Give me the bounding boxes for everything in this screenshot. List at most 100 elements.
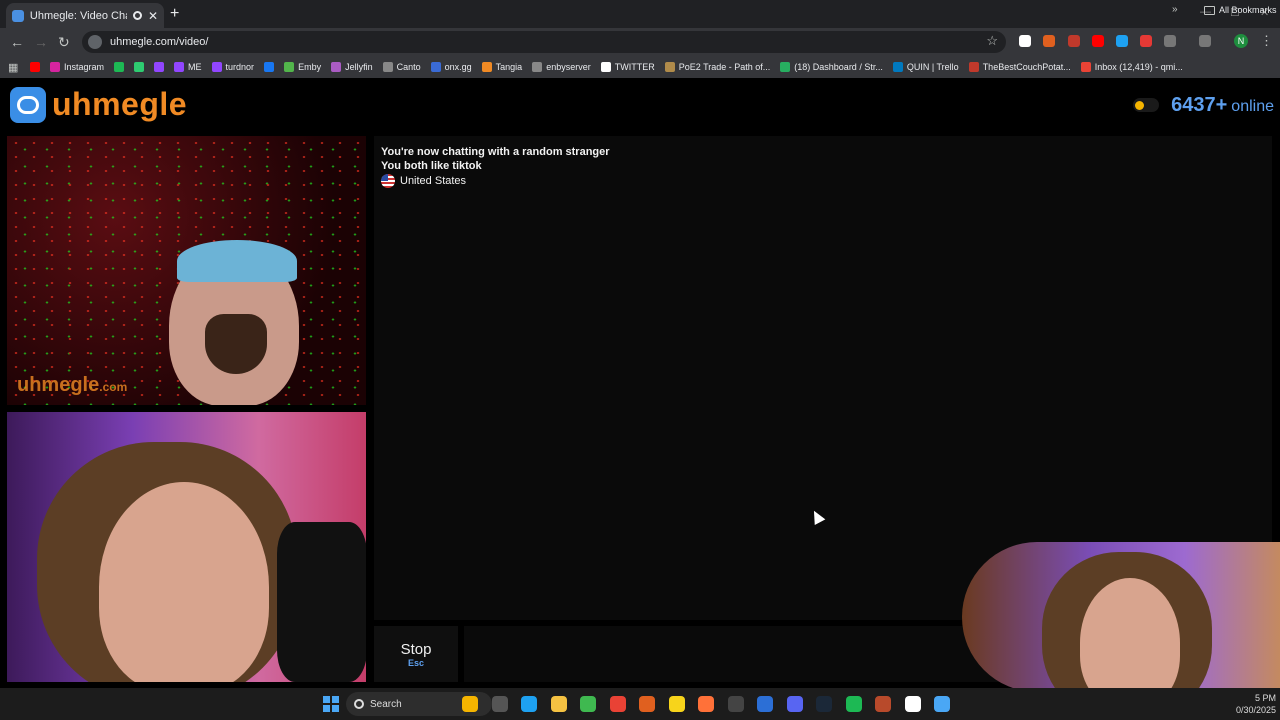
reload-icon[interactable]: ↻: [58, 34, 70, 51]
capcut-icon[interactable]: [904, 696, 921, 712]
extension-red-icon[interactable]: [1140, 35, 1152, 47]
extension-record-icon[interactable]: [1068, 35, 1080, 47]
extension-k-icon[interactable]: [1019, 35, 1031, 47]
recording-icon: [132, 11, 142, 20]
theme-toggle[interactable]: [1133, 98, 1160, 112]
bookmarks-overflow-button[interactable]: »: [1172, 4, 1178, 15]
online-counter: 6437+ online: [1133, 94, 1274, 117]
bookmark-item[interactable]: PoE2 Trade - Path of...: [664, 62, 771, 72]
bookmark-label: Inbox (12,419) - qmi...: [1094, 62, 1183, 72]
side-panel-icon[interactable]: [1199, 35, 1211, 47]
new-tab-button[interactable]: +: [170, 5, 179, 23]
spotify-icon[interactable]: [845, 696, 862, 712]
logo-text: uhmegle: [52, 86, 188, 122]
apps-grid-icon[interactable]: ▦: [8, 61, 22, 74]
address-bar[interactable]: uhmegle.com/video/ ☆: [82, 31, 1006, 53]
bookmark-label: enbyserver: [546, 62, 591, 72]
beard-shape: [205, 314, 267, 374]
browser-tab-strip: Uhmegle: Video Chat | Rand ✕ + — ☐ ✕: [0, 0, 1280, 28]
all-bookmarks-button[interactable]: All Bookmarks: [1204, 5, 1277, 15]
bookmark-item[interactable]: turdnor: [211, 62, 254, 72]
bookmark-item[interactable]: Inbox (12,419) - qmi...: [1080, 62, 1183, 72]
browser-tab[interactable]: Uhmegle: Video Chat | Rand ✕: [6, 3, 164, 28]
bookmark-label: PoE2 Trade - Path of...: [678, 62, 771, 72]
site-logo[interactable]: uhmegle: [10, 86, 187, 123]
widgets-icon[interactable]: [462, 696, 478, 712]
bookmark-item[interactable]: QUIN | Trello: [892, 62, 959, 72]
bookmark-item[interactable]: Canto: [382, 62, 421, 72]
extension-fox-icon[interactable]: [1043, 35, 1055, 47]
bookmark-favicon-icon: [892, 62, 903, 72]
stranger-country: United States: [381, 174, 466, 188]
sticky-notes-icon[interactable]: [668, 696, 685, 712]
back-icon[interactable]: ←: [10, 34, 24, 50]
game-icon[interactable]: [875, 696, 891, 712]
bookmark-item[interactable]: ME: [174, 62, 202, 72]
browser-icon[interactable]: [491, 696, 508, 712]
bookmark-favicon-icon: [114, 62, 125, 72]
extension-translate-icon[interactable]: [1116, 35, 1128, 47]
bookmark-favicon-icon: [154, 62, 165, 72]
stop-button[interactable]: Stop Esc: [374, 626, 458, 682]
all-bookmarks-label: All Bookmarks: [1219, 5, 1277, 15]
file-explorer-icon[interactable]: [550, 696, 567, 712]
app-icon[interactable]: [727, 696, 744, 712]
us-flag-icon: [381, 174, 395, 188]
firefox-icon[interactable]: [698, 696, 714, 712]
bookmark-item[interactable]: [264, 62, 275, 72]
bookmark-item[interactable]: [154, 62, 165, 72]
chat-app-icon[interactable]: [757, 696, 773, 712]
bookmark-favicon-icon: [780, 62, 791, 72]
bookmark-favicon-icon: [211, 62, 222, 72]
basketball-icon[interactable]: [639, 696, 655, 712]
bookmark-item[interactable]: TWITTER: [600, 62, 655, 72]
discord-icon[interactable]: [786, 696, 803, 712]
bookmark-star-icon[interactable]: ☆: [986, 33, 998, 49]
bookmark-item[interactable]: [114, 62, 125, 72]
stop-label: Stop: [400, 640, 432, 658]
bookmarks-bar: ▦ Instagram ME turdnor Emby Jellyfin Canto onx…: [0, 56, 1280, 78]
bookmark-item[interactable]: enbyserver: [532, 62, 591, 72]
search-label: Search: [370, 698, 402, 710]
browser-menu-icon[interactable]: ⋮: [1260, 33, 1273, 49]
bookmark-favicon-icon: [50, 62, 60, 72]
windows-taskbar: Search 5 PM 0/30/2025: [0, 688, 1280, 720]
forward-icon[interactable]: →: [34, 34, 48, 50]
online-count: 6437+: [1171, 94, 1228, 116]
country-name: United States: [400, 175, 467, 187]
steam-icon[interactable]: [816, 696, 832, 712]
windows-start-icon[interactable]: [323, 696, 339, 712]
bookmark-item[interactable]: [134, 62, 145, 72]
bookmark-item[interactable]: Jellyfin: [331, 62, 373, 72]
bookmark-item[interactable]: TheBestCouchPotat...: [968, 62, 1071, 72]
tab-close-button[interactable]: ✕: [148, 9, 158, 23]
system-clock[interactable]: 5 PM 0/30/2025: [1226, 692, 1276, 716]
browser-toolbar: ← → ↻ uhmegle.com/video/ ☆ N ⋮: [0, 28, 1280, 56]
bookmark-item[interactable]: Emby: [284, 62, 321, 72]
extension-youtube-icon[interactable]: [1092, 35, 1104, 47]
bookmark-favicon-icon: [1080, 62, 1091, 72]
bookmark-item[interactable]: Tangia: [481, 62, 522, 72]
terminal-icon[interactable]: [580, 696, 596, 712]
profile-avatar[interactable]: N: [1234, 34, 1248, 48]
bookmark-label: TheBestCouchPotat...: [982, 62, 1071, 72]
bookmark-item[interactable]: [30, 62, 40, 72]
site-info-icon[interactable]: [88, 35, 102, 49]
chrome-icon[interactable]: [609, 696, 626, 712]
clock-time: 5 PM: [1254, 693, 1276, 703]
bookmark-favicon-icon: [968, 62, 979, 72]
bookmark-item[interactable]: Instagram: [50, 62, 104, 72]
bookmark-favicon-icon: [30, 62, 40, 72]
extensions-puzzle-icon[interactable]: [1164, 35, 1176, 47]
self-video: [7, 412, 366, 682]
tab-title: Uhmegle: Video Chat | Rand: [29, 9, 127, 22]
bookmark-label: TWITTER: [614, 62, 655, 72]
stop-shortcut: Esc: [407, 657, 424, 668]
edge-icon[interactable]: [521, 696, 537, 712]
notepad-icon[interactable]: [934, 696, 950, 712]
bookmark-item[interactable]: onx.gg: [430, 62, 472, 72]
folder-icon: [1204, 5, 1215, 15]
bookmark-item[interactable]: (18) Dashboard / Str...: [780, 62, 883, 72]
bookmark-favicon-icon: [284, 62, 295, 72]
clock-date: 0/30/2025: [1235, 705, 1276, 715]
